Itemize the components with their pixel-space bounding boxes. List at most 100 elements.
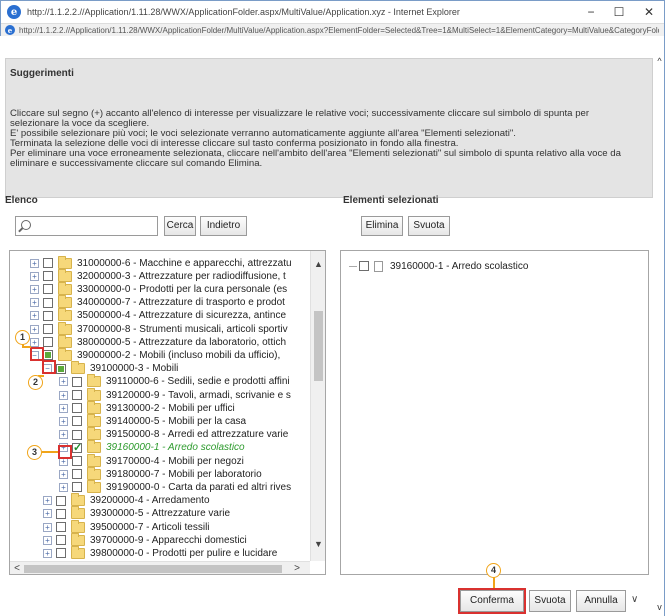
tree-checkbox[interactable]: [56, 508, 66, 519]
tree-checkbox[interactable]: [56, 495, 66, 506]
expand-icon[interactable]: +: [59, 469, 68, 479]
tree-row[interactable]: +35000000-4 - Attrezzature di sicurezza,…: [30, 308, 286, 322]
tree-checkbox[interactable]: [72, 390, 82, 400]
scroll-down-arrow-icon[interactable]: v: [655, 602, 664, 612]
tree-checkbox[interactable]: [56, 535, 66, 546]
callout-1: 1: [15, 330, 30, 345]
tree-vertical-scrollbar[interactable]: ▲ ▼: [310, 251, 325, 561]
back-button[interactable]: Indietro: [200, 216, 247, 236]
expand-icon[interactable]: +: [30, 337, 39, 347]
maximize-button[interactable]: ☐: [608, 4, 630, 20]
tree-row[interactable]: +39110000-6 - Sedili, sedie e prodotti a…: [59, 374, 290, 388]
tree-checkbox[interactable]: [43, 310, 53, 321]
expand-icon[interactable]: +: [30, 311, 39, 321]
expand-icon[interactable]: +: [59, 482, 68, 492]
close-button[interactable]: ✕: [638, 4, 660, 20]
expand-icon[interactable]: +: [59, 390, 68, 400]
tree-row[interactable]: +31000000-6 - Macchine e apparecchi, att…: [30, 255, 292, 269]
tree-scroll-left-icon[interactable]: <: [10, 562, 24, 574]
tree-scroll-down-icon[interactable]: ▼: [311, 539, 325, 549]
clear-all-button[interactable]: Svuota: [529, 590, 571, 612]
expand-icon[interactable]: +: [30, 258, 39, 268]
expand-icon[interactable]: +: [43, 496, 52, 506]
folder-icon: [87, 387, 101, 401]
scroll-up-arrow-icon[interactable]: ^: [655, 56, 664, 66]
tree-row-label: 39200000-4 - Arredamento: [90, 495, 210, 507]
page-scrollbar[interactable]: ^ v: [655, 36, 664, 616]
tree-row[interactable]: +39160000-1 - Arredo scolastico: [59, 440, 245, 454]
tree-checkbox[interactable]: [43, 350, 53, 361]
selected-elements-panel: 39160000-1 - Arredo scolastico: [340, 250, 649, 575]
tree-checkbox[interactable]: [72, 482, 82, 493]
clear-selected-button[interactable]: Svuota: [408, 216, 450, 236]
tree-horizontal-scrollbar[interactable]: < >: [10, 561, 310, 574]
address-url[interactable]: http://1.1.2.2.//Application/1.11.28/WWX…: [19, 26, 659, 35]
tree-row[interactable]: +34000000-7 - Attrezzature di trasporto …: [30, 295, 285, 309]
tree-checkbox[interactable]: [56, 548, 66, 559]
expand-icon[interactable]: +: [43, 522, 52, 532]
tree-checkbox[interactable]: [72, 429, 82, 440]
tree-scroll-up-icon[interactable]: ▲: [311, 259, 325, 269]
tree-row-label: 39180000-7 - Mobili per laboratorio: [106, 468, 262, 480]
search-button[interactable]: Cerca: [164, 216, 196, 236]
minimize-button[interactable]: −: [580, 4, 602, 20]
tree-checkbox[interactable]: [56, 522, 66, 532]
selected-item-checkbox[interactable]: [359, 261, 369, 271]
tree-row[interactable]: +39140000-5 - Mobili per la casa: [59, 413, 246, 427]
folder-icon: [87, 413, 101, 427]
tree-checkbox[interactable]: [43, 271, 53, 282]
page-scroll-down-icon[interactable]: ∨: [631, 594, 638, 605]
delete-button[interactable]: Elimina: [361, 216, 403, 236]
tree-row[interactable]: +37000000-8 - Strumenti musicali, artico…: [30, 321, 288, 335]
tree-checkbox[interactable]: [72, 469, 82, 480]
tree-checkbox[interactable]: [43, 324, 53, 334]
expand-icon[interactable]: +: [59, 403, 68, 413]
tree-row[interactable]: +39120000-9 - Tavoli, armadi, scrivanie …: [59, 387, 291, 401]
tree-row[interactable]: +39300000-5 - Attrezzature varie: [43, 506, 230, 520]
tree-row[interactable]: +39130000-2 - Mobili per uffici: [59, 400, 235, 414]
tree-scroll-thumb[interactable]: [314, 311, 323, 381]
expand-icon[interactable]: +: [43, 548, 52, 558]
tree-row[interactable]: −39100000-3 - Mobili: [43, 361, 178, 375]
tree-checkbox[interactable]: [72, 403, 82, 414]
search-field[interactable]: [15, 216, 158, 236]
tree-checkbox[interactable]: [72, 456, 82, 466]
expand-icon[interactable]: +: [43, 509, 52, 519]
expand-icon[interactable]: +: [59, 416, 68, 426]
tree-checkbox[interactable]: [43, 284, 53, 295]
expand-icon[interactable]: +: [59, 377, 68, 387]
selected-item[interactable]: 39160000-1 - Arredo scolastico: [349, 260, 528, 272]
tree-row[interactable]: +39200000-4 - Arredamento: [43, 493, 210, 507]
tree-row[interactable]: +39700000-9 - Apparecchi domestici: [43, 532, 247, 546]
tree-checkbox[interactable]: [72, 416, 82, 427]
tree-row[interactable]: +39190000-0 - Carta da parati ed altri r…: [59, 479, 291, 493]
expand-icon[interactable]: +: [30, 271, 39, 281]
tree-row[interactable]: +33000000-0 - Prodotti per la cura perso…: [30, 281, 287, 295]
tree-checkbox[interactable]: [56, 363, 66, 374]
tree-row[interactable]: +39500000-7 - Articoli tessili: [43, 519, 210, 533]
tree-row[interactable]: −39000000-2 - Mobili (incluso mobili da …: [30, 347, 280, 361]
folder-icon: [87, 374, 101, 388]
tree-row[interactable]: +39180000-7 - Mobili per laboratorio: [59, 466, 262, 480]
tree-checkbox[interactable]: [43, 258, 53, 268]
search-input[interactable]: [38, 217, 158, 235]
tree-row[interactable]: +39800000-0 - Prodotti per pulire e luci…: [43, 545, 277, 559]
tree-row[interactable]: +38000000-5 - Attrezzature da laboratori…: [30, 334, 286, 348]
expand-icon[interactable]: +: [30, 324, 39, 334]
tree-checkbox[interactable]: [43, 337, 53, 348]
cancel-button[interactable]: Annulla: [576, 590, 626, 612]
expand-icon[interactable]: +: [30, 298, 39, 308]
tree-checkbox[interactable]: [72, 441, 82, 454]
callout-2: 2: [28, 375, 43, 390]
address-bar[interactable]: e http://1.1.2.2.//Application/1.11.28/W…: [1, 23, 664, 37]
tree-row[interactable]: +39170000-4 - Mobili per negozi: [59, 453, 244, 467]
tree-row[interactable]: +32000000-3 - Attrezzature per radiodiff…: [30, 268, 286, 282]
expand-icon[interactable]: +: [43, 535, 52, 545]
tree-checkbox[interactable]: [43, 297, 53, 308]
tree-checkbox[interactable]: [72, 376, 82, 387]
expand-icon[interactable]: +: [30, 284, 39, 294]
expand-icon[interactable]: +: [59, 430, 68, 440]
tree-row[interactable]: +39150000-8 - Arredi ed attrezzature var…: [59, 427, 288, 441]
tree-hscroll-thumb[interactable]: [24, 565, 282, 573]
tree-scroll-right-icon[interactable]: >: [290, 562, 304, 574]
